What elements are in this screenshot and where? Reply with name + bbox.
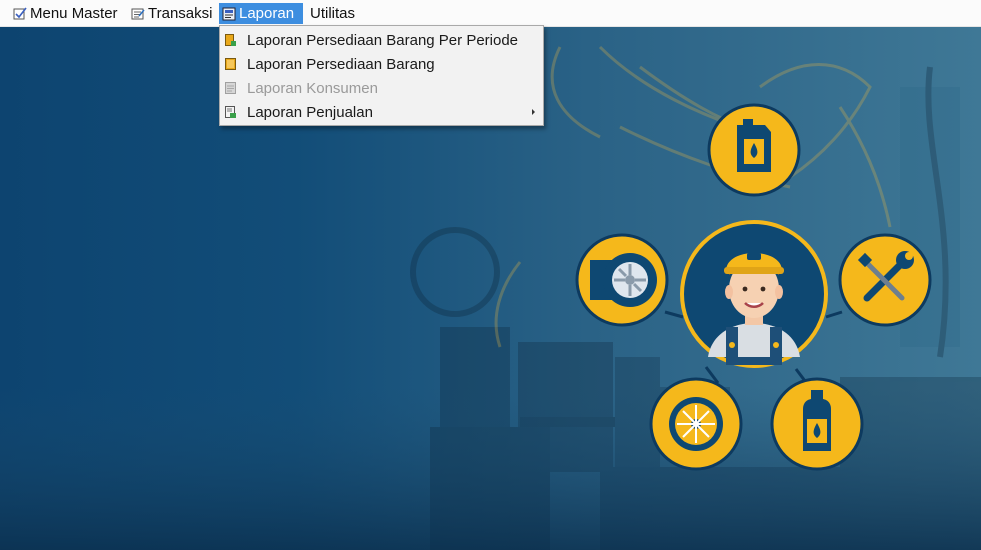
report-stock-icon bbox=[225, 58, 236, 70]
menu-item-label: Laporan Persediaan Barang Per Periode bbox=[247, 31, 519, 49]
menu-item-laporan-penjualan[interactable]: Laporan Penjualan bbox=[220, 100, 543, 124]
menu-laporan[interactable]: Laporan bbox=[219, 3, 303, 24]
menu-laporan-label: Laporan bbox=[239, 5, 295, 22]
menu-item-laporan-persediaan-per-periode[interactable]: Laporan Persediaan Barang Per Periode bbox=[220, 28, 543, 52]
submenu-arrow-icon bbox=[532, 109, 535, 115]
menu-bar: Menu Master Transaksi Laporan Utilitas bbox=[0, 0, 981, 27]
menu-utilitas[interactable]: Utilitas bbox=[307, 3, 358, 24]
menu-utilitas-label: Utilitas bbox=[310, 5, 356, 22]
mechanic-avatar bbox=[680, 220, 828, 368]
menu-item-laporan-persediaan-barang[interactable]: Laporan Persediaan Barang bbox=[220, 52, 543, 76]
oil-bottle-icon bbox=[770, 377, 864, 471]
oil-canister-icon bbox=[707, 103, 801, 197]
menu-item-label: Laporan Konsumen bbox=[247, 79, 378, 97]
report-sales-icon bbox=[225, 106, 236, 118]
tire-icon bbox=[575, 233, 669, 327]
wheel-icon bbox=[649, 377, 743, 471]
menu-item-laporan-konsumen: Laporan Konsumen bbox=[220, 76, 543, 100]
menu-item-label: Laporan Persediaan Barang bbox=[247, 55, 435, 73]
menu-master[interactable]: Menu Master bbox=[10, 3, 121, 24]
report-period-icon bbox=[225, 34, 236, 46]
menu-master-label: Menu Master bbox=[30, 5, 118, 22]
tools-icon bbox=[838, 233, 932, 327]
transaksi-icon bbox=[131, 8, 145, 19]
menu-item-label: Laporan Penjualan bbox=[247, 103, 373, 121]
menu-transaksi-label: Transaksi bbox=[148, 5, 213, 22]
laporan-dropdown-menu: Laporan Persediaan Barang Per Periode La… bbox=[219, 25, 544, 126]
report-customer-icon bbox=[225, 82, 236, 94]
menu-transaksi[interactable]: Transaksi bbox=[128, 3, 215, 24]
report-icon bbox=[222, 7, 236, 20]
master-icon bbox=[13, 7, 27, 19]
